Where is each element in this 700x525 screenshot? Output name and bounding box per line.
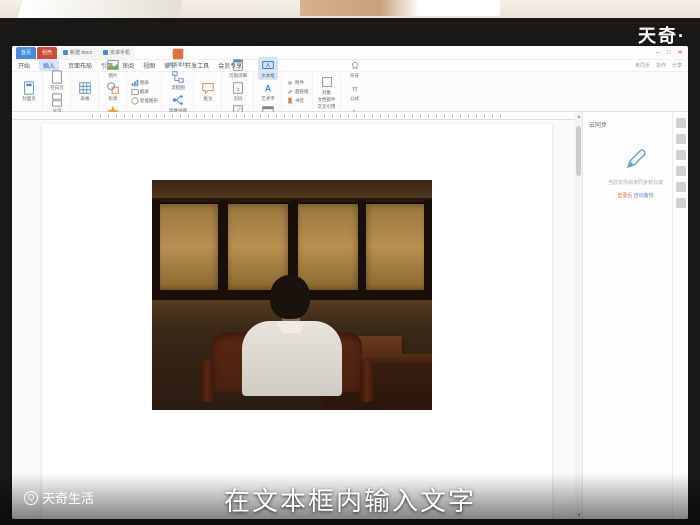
window-minimize-icon[interactable]: ─ — [654, 49, 662, 57]
textbox-button[interactable]: A文本框 — [258, 57, 278, 80]
scroll-up-icon[interactable]: ▴ — [575, 112, 582, 120]
inserted-image[interactable] — [152, 180, 432, 410]
tab-document-1[interactable]: 新建 docx — [58, 47, 97, 59]
svg-text:π: π — [352, 85, 358, 94]
menu-layout[interactable]: 页面布局 — [68, 61, 92, 70]
window-maximize-icon[interactable]: □ — [665, 49, 673, 57]
crossref-button[interactable]: 交叉引用 — [318, 104, 336, 110]
svg-text:Ω: Ω — [351, 61, 358, 71]
desk-background — [0, 0, 700, 20]
watermark-logo-icon: Q — [24, 491, 38, 505]
resource-button[interactable]: 稻壳素材 — [166, 46, 190, 69]
sidepanel-links[interactable]: 登录后 自动备份 — [589, 192, 682, 199]
tab-home[interactable]: 首页 — [16, 47, 36, 59]
strip-icon-2[interactable] — [676, 134, 686, 144]
svg-text:#: # — [237, 88, 240, 94]
menu-start[interactable]: 开始 — [18, 61, 30, 70]
strip-icon-6[interactable] — [676, 198, 686, 208]
document-canvas[interactable]: ▴ ▾ — [12, 112, 582, 519]
shape-button[interactable]: 形状 — [103, 80, 123, 103]
attachment-button[interactable]: 附件 — [286, 79, 309, 87]
strip-icon-4[interactable] — [676, 166, 686, 176]
cover-page-button[interactable]: 封面页 — [19, 80, 39, 103]
scroll-thumb[interactable] — [576, 126, 581, 176]
object-button[interactable]: 对象 — [317, 74, 337, 97]
tab-docer[interactable]: 稻壳 — [37, 47, 57, 59]
sidebar-tool-strip — [672, 112, 688, 519]
menu-view[interactable]: 视图 — [143, 61, 155, 70]
wps-app-window: 首页 稻壳 新建 docx 安卓手机 ─ □ ✕ 开始 插入 页面布局 引用 审… — [12, 46, 688, 519]
smartart-button[interactable]: 智能图形 — [131, 97, 158, 105]
picture-button[interactable]: 图片 — [103, 57, 123, 80]
horizontal-ruler[interactable] — [12, 112, 582, 120]
share-button[interactable]: 分享 — [672, 62, 682, 69]
svg-text:A: A — [265, 84, 272, 94]
strip-icon-3[interactable] — [676, 150, 686, 160]
chart-button[interactable]: 图表 — [131, 79, 158, 87]
window-close-icon[interactable]: ✕ — [676, 49, 684, 57]
symbol-button[interactable]: Ω符号 — [345, 57, 365, 80]
scroll-down-icon[interactable]: ▾ — [575, 511, 582, 519]
wordart-button[interactable]: A艺术字 — [258, 80, 278, 103]
bookmark-button[interactable]: 书签 — [286, 97, 309, 105]
vertical-scrollbar[interactable]: ▴ ▾ — [575, 112, 582, 519]
pen-icon — [624, 147, 648, 171]
hyperlink-button[interactable]: 超链接 — [286, 88, 309, 96]
screenshot-button[interactable]: 截屏 — [131, 88, 158, 96]
menu-review[interactable]: 审阅 — [122, 61, 134, 70]
blank-page-button[interactable]: 空白页 — [47, 69, 67, 92]
page-number-button[interactable]: #页码 — [228, 80, 248, 103]
table-button[interactable]: 表格 — [75, 80, 95, 103]
watermark-bottom-left: Q 天奇生活 — [24, 488, 94, 507]
strip-icon-1[interactable] — [676, 118, 686, 128]
collab-button[interactable]: 协作 — [656, 62, 666, 69]
ribbon: 封面页 空白页 分页 表格 图片 形状 图标 图表 截屏 智能图形 — [12, 72, 688, 112]
sidepanel-title: 云同步 — [589, 120, 682, 129]
equation-button[interactable]: π公式 — [345, 80, 365, 103]
sync-status[interactable]: 未同步 — [635, 62, 650, 69]
sidepanel-hint: 当前文件尚未同步到云端 — [589, 179, 682, 186]
side-panel: 云同步 当前文件尚未同步到云端 登录后 自动备份 — [582, 112, 688, 519]
header-footer-button[interactable]: 页眉页脚 — [226, 57, 250, 80]
comment-button[interactable]: 批注 — [198, 80, 218, 103]
doc-parts-button[interactable]: 文档部件 — [318, 97, 336, 103]
brand-watermark-top: 天奇· — [638, 22, 686, 48]
workspace: ▴ ▾ 云同步 当前文件尚未同步到云端 登录后 自动备份 — [12, 112, 688, 519]
strip-icon-5[interactable] — [676, 182, 686, 192]
flowchart-button[interactable]: 流程图 — [168, 69, 188, 92]
document-page[interactable] — [42, 124, 552, 519]
